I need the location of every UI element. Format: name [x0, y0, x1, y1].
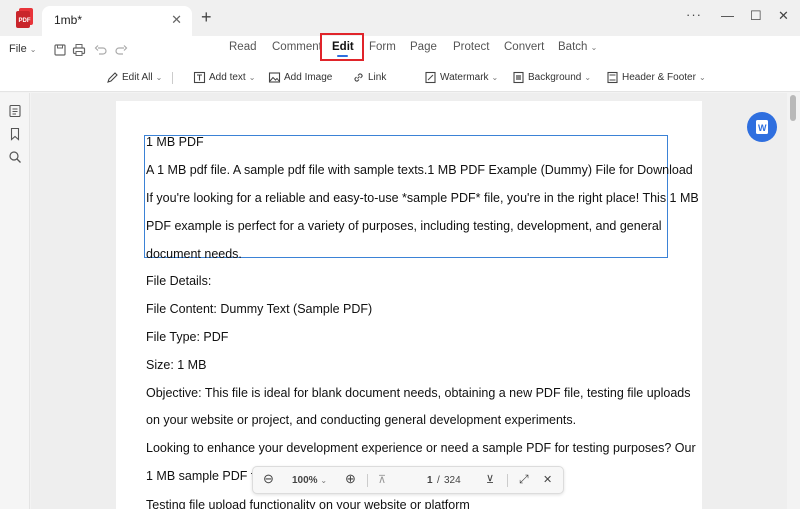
- pdf-page[interactable]: 1 MB PDF A 1 MB pdf file. A sample pdf f…: [116, 101, 702, 509]
- document-viewport[interactable]: 1 MB PDF A 1 MB pdf file. A sample pdf f…: [31, 93, 787, 509]
- header-footer-icon: [607, 71, 618, 84]
- new-tab-button[interactable]: +: [201, 7, 212, 27]
- current-page-input[interactable]: 1: [427, 475, 433, 486]
- svg-text:W: W: [758, 123, 767, 133]
- page-separator: /: [437, 475, 440, 486]
- zoom-in-icon[interactable]: ⊕: [345, 471, 356, 487]
- chevron-down-icon: ⌄: [590, 43, 598, 52]
- app-logo-icon: PDF: [16, 8, 33, 28]
- pen-icon: [107, 72, 118, 83]
- add-text-label: Add text: [209, 72, 246, 83]
- chevron-down-icon: ⌄: [248, 73, 256, 82]
- background-icon: [513, 71, 524, 84]
- left-sidebar: [0, 93, 30, 509]
- tab-batch-label: Batch: [558, 41, 588, 53]
- tab-comment[interactable]: Comment: [272, 41, 322, 53]
- watermark-icon: [425, 71, 436, 84]
- doc-line[interactable]: 1 MB sample PDF fi: [146, 469, 257, 483]
- minimize-button[interactable]: —: [721, 8, 734, 23]
- doc-line[interactable]: on your website or project, and conducti…: [146, 413, 576, 427]
- more-options-icon[interactable]: ···: [686, 7, 702, 22]
- add-image-button[interactable]: Add Image: [268, 71, 332, 84]
- tab-protect[interactable]: Protect: [453, 41, 489, 53]
- header-footer-label: Header & Footer: [622, 72, 696, 83]
- doc-line[interactable]: document needs.: [146, 247, 242, 261]
- add-text-button[interactable]: Add text ⌄: [193, 71, 255, 84]
- next-page-icon[interactable]: ⊻: [486, 473, 494, 486]
- previous-page-icon[interactable]: ⊼: [378, 473, 386, 486]
- header-footer-button[interactable]: Header & Footer ⌄: [606, 71, 706, 84]
- background-label: Background: [528, 72, 582, 83]
- tab-convert[interactable]: Convert: [504, 41, 544, 53]
- doc-line[interactable]: File Details:: [146, 274, 211, 288]
- word-icon: W: [756, 120, 768, 134]
- tab-title: 1mb*: [54, 13, 83, 27]
- nav-divider: [507, 474, 508, 487]
- tab-page[interactable]: Page: [410, 41, 437, 53]
- zoom-navigation-bar: ⊖ 100% ⌄ ⊕ ⊼ 1 / 324 ⊻ ⤢ ✕: [252, 466, 564, 494]
- doc-line[interactable]: Looking to enhance your development expe…: [146, 441, 696, 455]
- toolbar-divider: [172, 72, 173, 84]
- add-image-label: Add Image: [284, 72, 333, 83]
- fit-page-icon[interactable]: ⤢: [519, 472, 529, 487]
- link-button[interactable]: Link: [352, 71, 386, 84]
- link-icon: [354, 73, 363, 82]
- doc-line[interactable]: Testing file upload functionality on you…: [146, 498, 470, 509]
- doc-line[interactable]: Objective: This file is ideal for blank …: [146, 386, 691, 400]
- add-text-icon: [193, 71, 206, 84]
- convert-to-word-button[interactable]: W: [747, 112, 777, 142]
- tab-form[interactable]: Form: [369, 41, 396, 53]
- image-icon: [268, 72, 281, 83]
- doc-line[interactable]: 1 MB PDF: [146, 135, 204, 149]
- thumbnails-icon[interactable]: [8, 104, 22, 118]
- undo-icon[interactable]: [94, 43, 108, 57]
- print-icon[interactable]: [72, 43, 86, 57]
- doc-line[interactable]: If you're looking for a reliable and eas…: [146, 191, 699, 205]
- link-label: Link: [368, 72, 387, 83]
- chevron-down-icon: ⌄: [29, 45, 37, 54]
- chevron-down-icon: ⌄: [491, 73, 499, 82]
- watermark-label: Watermark: [440, 72, 489, 83]
- doc-line[interactable]: File Type: PDF: [146, 330, 228, 344]
- watermark-button[interactable]: Watermark ⌄: [424, 71, 498, 84]
- total-pages: 324: [444, 475, 461, 486]
- doc-line[interactable]: A 1 MB pdf file. A sample pdf file with …: [146, 163, 693, 177]
- chevron-down-icon: ⌄: [584, 73, 592, 82]
- chevron-down-icon: ⌄: [698, 73, 706, 82]
- tab-close-icon[interactable]: ✕: [171, 12, 182, 28]
- tab-batch[interactable]: Batch ⌄: [558, 41, 597, 53]
- file-menu[interactable]: File ⌄: [9, 43, 37, 55]
- maximize-button[interactable]: ☐: [750, 8, 762, 24]
- edit-toolbar: Edit All ⌄ Add text ⌄ Add Image Link Wat…: [0, 66, 800, 92]
- svg-text:PDF: PDF: [19, 18, 31, 24]
- tab-read[interactable]: Read: [229, 41, 257, 53]
- vertical-scrollbar[interactable]: [787, 93, 800, 509]
- bookmark-icon[interactable]: [8, 127, 22, 141]
- redo-icon[interactable]: [114, 43, 128, 57]
- zoom-divider: [367, 474, 368, 487]
- background-button[interactable]: Background ⌄: [512, 71, 591, 84]
- zoom-level-select[interactable]: 100% ⌄: [292, 475, 327, 486]
- menu-bar: File ⌄ Read Comment Edit Form Page Prote…: [0, 36, 800, 66]
- zoom-out-icon[interactable]: ⊖: [263, 471, 274, 487]
- save-icon[interactable]: [53, 43, 67, 57]
- close-window-button[interactable]: ✕: [778, 8, 789, 24]
- doc-line[interactable]: PDF example is perfect for a variety of …: [146, 219, 662, 233]
- edit-tab-highlight: [320, 33, 364, 61]
- doc-line[interactable]: File Content: Dummy Text (Sample PDF): [146, 302, 372, 316]
- document-tab[interactable]: 1mb* ✕: [42, 6, 192, 36]
- scrollbar-thumb[interactable]: [790, 95, 796, 121]
- chevron-down-icon: ⌄: [320, 476, 328, 485]
- file-menu-label: File: [9, 43, 27, 55]
- edit-all-label: Edit All: [122, 72, 153, 83]
- zoom-level-value: 100%: [292, 475, 318, 486]
- doc-line[interactable]: Size: 1 MB: [146, 358, 206, 372]
- title-bar: PDF 1mb* ✕ + ··· — ☐ ✕: [0, 0, 800, 36]
- edit-all-button[interactable]: Edit All ⌄: [106, 71, 162, 84]
- search-icon[interactable]: [8, 150, 22, 164]
- close-zoom-bar-icon[interactable]: ✕: [543, 473, 552, 486]
- chevron-down-icon: ⌄: [155, 73, 163, 82]
